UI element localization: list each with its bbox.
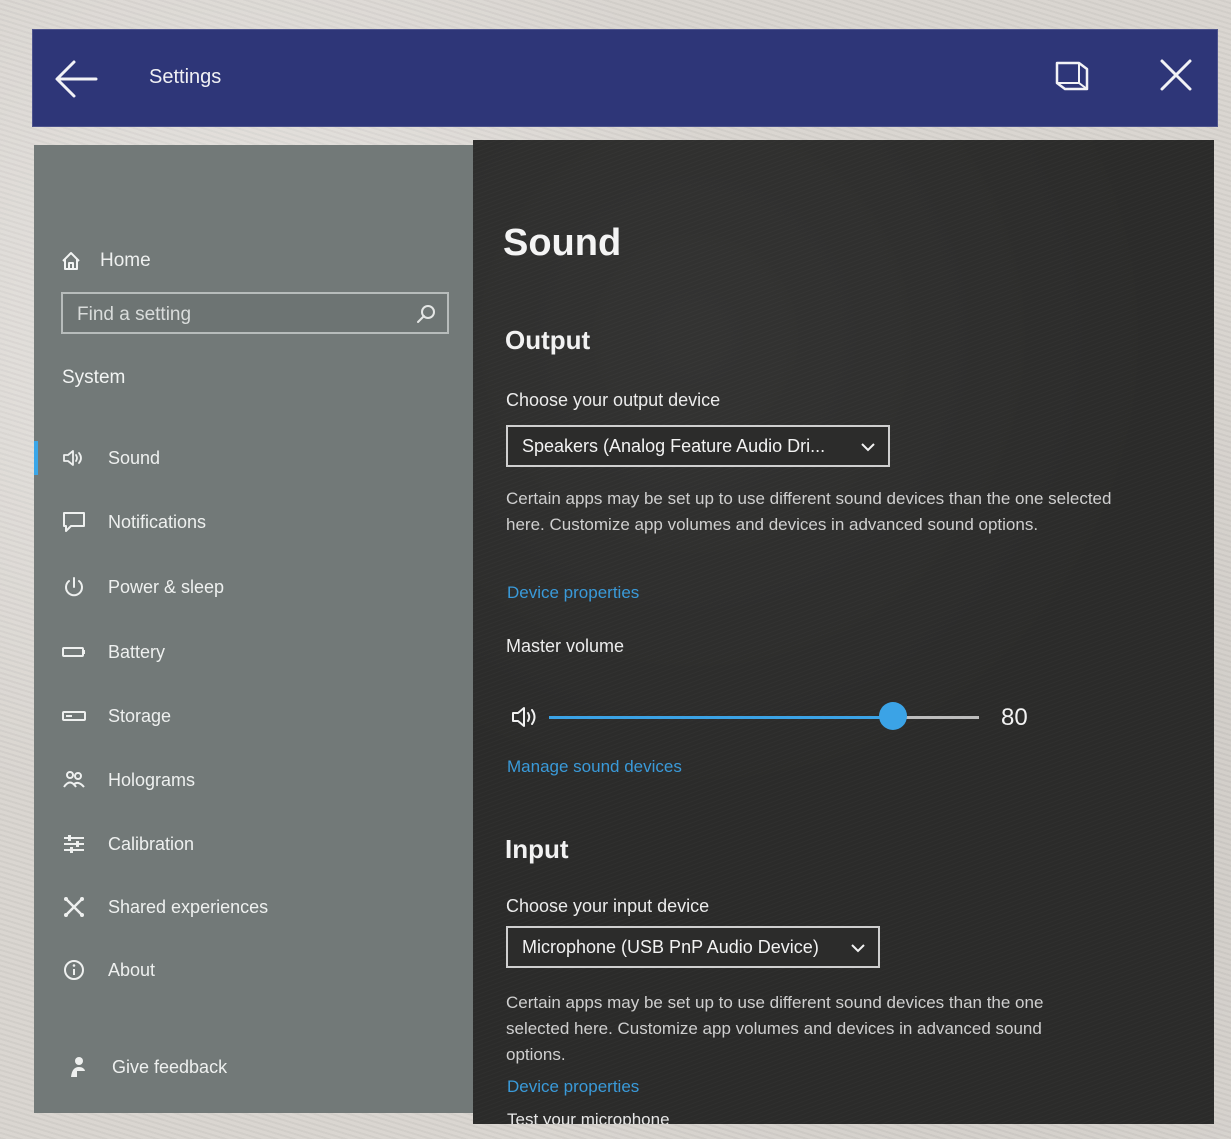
volume-speaker-icon[interactable] [511, 705, 541, 729]
close-button[interactable] [1152, 51, 1200, 99]
holograms-icon [62, 768, 86, 792]
window-title: Settings [149, 66, 222, 88]
sidebar-item-label: Holograms [108, 769, 196, 790]
output-device-label: Choose your output device [506, 390, 721, 410]
sidebar-item-label: Calibration [108, 833, 195, 854]
home-label: Home [100, 250, 151, 271]
section-label-system: System [62, 367, 126, 388]
chevron-down-icon [861, 443, 875, 452]
snap-window-button[interactable] [1049, 54, 1095, 98]
close-icon [1160, 59, 1192, 91]
test-microphone-label: Test your microphone [507, 1110, 670, 1124]
output-device-dropdown[interactable]: Speakers (Analog Feature Audio Dri... [506, 425, 890, 467]
sidebar-item-label: Sound [108, 447, 161, 468]
chevron-down-icon [851, 944, 865, 953]
sidebar-item-label: Power & sleep [108, 576, 225, 597]
input-device-dropdown[interactable]: Microphone (USB PnP Audio Device) [506, 926, 880, 968]
sidebar-item-holograms[interactable]: Holograms [62, 762, 195, 798]
sidebar-item-shared-experiences[interactable]: Shared experiences [62, 889, 268, 925]
output-device-value: Speakers (Analog Feature Audio Dri... [522, 435, 826, 456]
give-feedback-button[interactable]: Give feedback [66, 1049, 227, 1085]
sidebar-item-power-sleep[interactable]: Power & sleep [62, 569, 224, 605]
speaker-icon [62, 446, 86, 470]
sidebar-item-about[interactable]: About [62, 952, 155, 988]
storage-icon [62, 704, 86, 728]
search-input[interactable] [75, 301, 409, 329]
sidebar-item-label: Storage [108, 705, 172, 726]
settings-sidebar: Home System Sound [34, 145, 473, 1113]
sidebar-item-label: About [108, 959, 156, 980]
power-icon [62, 575, 86, 599]
feedback-label: Give feedback [112, 1056, 228, 1077]
back-button[interactable] [52, 56, 100, 102]
manage-sound-devices-link[interactable]: Manage sound devices [507, 757, 682, 777]
search-setting-box[interactable] [61, 292, 449, 334]
active-item-indicator [34, 441, 38, 475]
master-volume-label: Master volume [506, 636, 625, 656]
settings-window: Settings Home S [30, 26, 1220, 1124]
sidebar-item-label: Notifications [108, 511, 207, 532]
search-icon [417, 305, 435, 323]
info-icon [62, 958, 86, 982]
message-icon [62, 510, 86, 534]
output-heading: Output [505, 325, 591, 355]
feedback-icon [66, 1055, 90, 1079]
shared-icon [62, 895, 86, 919]
input-device-properties-link[interactable]: Device properties [507, 1077, 639, 1097]
window-snap-icon [1055, 61, 1089, 91]
sidebar-item-sound[interactable]: Sound [62, 440, 160, 476]
input-device-value: Microphone (USB PnP Audio Device) [522, 936, 819, 957]
volume-value: 80 [1001, 704, 1028, 731]
page-title: Sound [503, 222, 622, 264]
sidebar-item-label: Battery [108, 641, 166, 662]
volume-track-filled [549, 716, 893, 719]
home-icon [62, 252, 80, 270]
battery-icon [62, 640, 86, 664]
input-heading: Input [505, 834, 569, 864]
title-bar: Settings [32, 29, 1218, 127]
sidebar-item-calibration[interactable]: Calibration [62, 826, 194, 862]
sidebar-item-label: Shared experiences [108, 896, 269, 917]
volume-thumb[interactable] [879, 702, 907, 730]
sidebar-item-home[interactable]: Home [60, 245, 151, 277]
sidebar-item-notifications[interactable]: Notifications [62, 504, 206, 540]
output-description: Certain apps may be set up to use differ… [506, 489, 1112, 534]
sidebar-item-battery[interactable]: Battery [62, 634, 165, 670]
input-device-label: Choose your input device [506, 896, 710, 916]
input-description: Certain apps may be set up to use differ… [506, 993, 1044, 1064]
back-arrow-icon [55, 60, 98, 98]
sound-settings-page: Sound Output Choose your output device S… [473, 140, 1214, 1124]
calibration-icon [62, 832, 86, 856]
sidebar-item-storage[interactable]: Storage [62, 698, 171, 734]
output-device-properties-link[interactable]: Device properties [507, 583, 639, 603]
